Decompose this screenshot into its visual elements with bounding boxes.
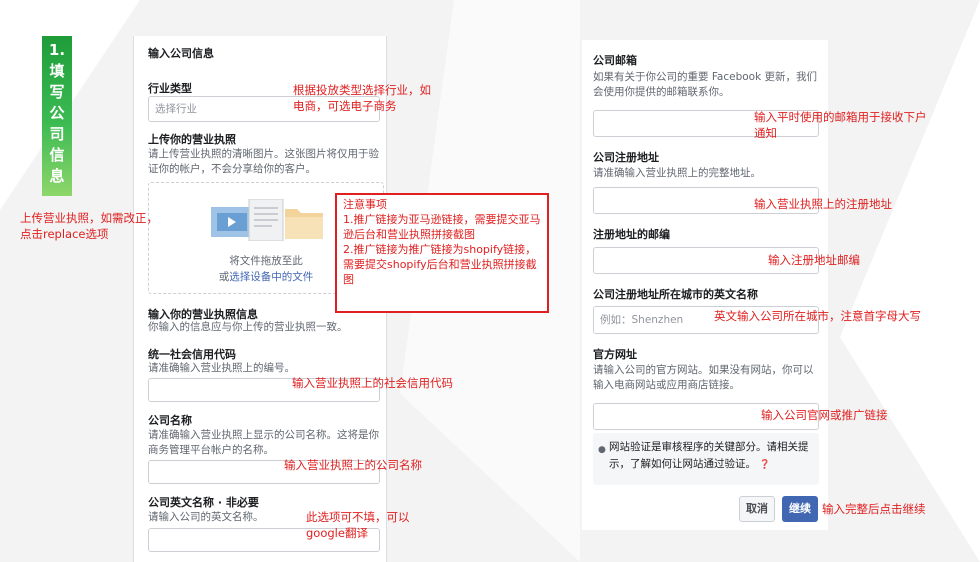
postcode-label: 注册地址的邮编 <box>593 228 670 241</box>
panel-title: 输入公司信息 <box>148 47 214 60</box>
annotation-email: 输入平时使用的邮箱用于接收下户 通知 <box>754 110 927 140</box>
website-label: 官方网址 <box>593 348 637 361</box>
company-en-name-label: 公司英文名称 · 非必要 <box>148 496 259 509</box>
annotation-city: 英文输入公司所在城市，注意首字母大写 <box>714 309 921 323</box>
notice-item: 1.推广链接为亚马逊链接，需要提交亚马逊后台和营业执照拼接截图 <box>343 213 541 241</box>
choose-file-link[interactable]: 选择设备中的文件 <box>229 271 313 283</box>
step-char: 息 <box>49 167 65 185</box>
company-name-label: 公司名称 <box>148 414 192 427</box>
lightbulb-icon: ● <box>598 445 606 455</box>
step-char: 信 <box>49 146 65 164</box>
website-verification-tip: ● 网站验证是审核程序的关键部分。请相关提示，了解如何让网站通过验证。 ❓ <box>593 433 819 485</box>
credit-code-help: 请准确输入营业执照上的编号。 <box>148 362 295 374</box>
annotation-postcode: 输入注册地址邮编 <box>768 253 860 267</box>
step-number: 1. <box>48 41 66 59</box>
tip-text: 网站验证是审核程序的关键部分。请相关提示，了解如何让网站通过验证。 <box>609 441 809 470</box>
annotation-continue: 输入完整后点击继续 <box>822 502 926 516</box>
annotation-website: 输入公司官网或推广链接 <box>761 408 888 422</box>
city-en-label: 公司注册地址所在城市的英文名称 <box>593 288 758 301</box>
address-help: 请准确输入营业执照上的完整地址。 <box>593 167 761 179</box>
license-upload-help: 请上传营业执照的清晰图片。这张图片将仅用于验证你的帐户，不会分享给你的客户。 <box>148 148 379 175</box>
annotation-en-name: 此选项可不填，可以 google翻译 <box>306 510 410 540</box>
step-char: 司 <box>49 125 65 143</box>
step-char: 写 <box>49 83 65 101</box>
company-name-help: 请准确输入营业执照上显示的公司名称。这将是你商务管理平台帐户的名称。 <box>148 429 379 456</box>
credit-code-label: 统一社会信用代码 <box>148 348 236 361</box>
drop-or: 或 <box>218 271 230 283</box>
email-label: 公司邮箱 <box>593 54 637 67</box>
annotation-company-name: 输入营业执照上的公司名称 <box>284 458 422 472</box>
step-char: 公 <box>49 104 65 122</box>
email-help: 如果有关于你公司的重要 Facebook 更新，我们会使用你提供的邮箱联系你。 <box>593 71 818 98</box>
document-upload-icon <box>211 199 323 241</box>
annotation-address: 输入营业执照上的注册地址 <box>754 197 892 211</box>
step-indicator: 1. 填 写 公 司 信 息 <box>42 36 72 196</box>
industry-label: 行业类型 <box>148 82 192 95</box>
notice-box: 注意事项 1.推广链接为亚马逊链接，需要提交亚马逊后台和营业执照拼接截图 2.推… <box>335 193 549 313</box>
step-char: 填 <box>49 62 65 80</box>
annotation-credit-code: 输入营业执照上的社会信用代码 <box>292 376 453 390</box>
address-label: 公司注册地址 <box>593 151 659 164</box>
notice-title: 注意事项 <box>343 198 387 211</box>
annotation-industry: 根据投放类型选择行业，如 电商，可选电子商务 <box>293 83 431 113</box>
annotation-upload: 上传营业执照，如需改正， 点击replace选项 <box>20 211 158 241</box>
help-question-icon[interactable]: ❓ <box>759 460 770 470</box>
background-shard <box>840 0 980 562</box>
continue-button[interactable]: 继续 <box>782 496 818 522</box>
cancel-button[interactable]: 取消 <box>739 496 775 522</box>
license-info-help: 你输入的信息应与你上传的营业执照一致。 <box>148 321 348 333</box>
website-help: 请输入公司的官方网站。如果没有网站，你可以输入电商网站或应用商店链接。 <box>593 364 814 391</box>
license-upload-label: 上传你的营业执照 <box>148 133 236 146</box>
notice-item: 2.推广链接为推广链接为shopify链接，需要提交shopify后台和营业执照… <box>343 243 537 286</box>
